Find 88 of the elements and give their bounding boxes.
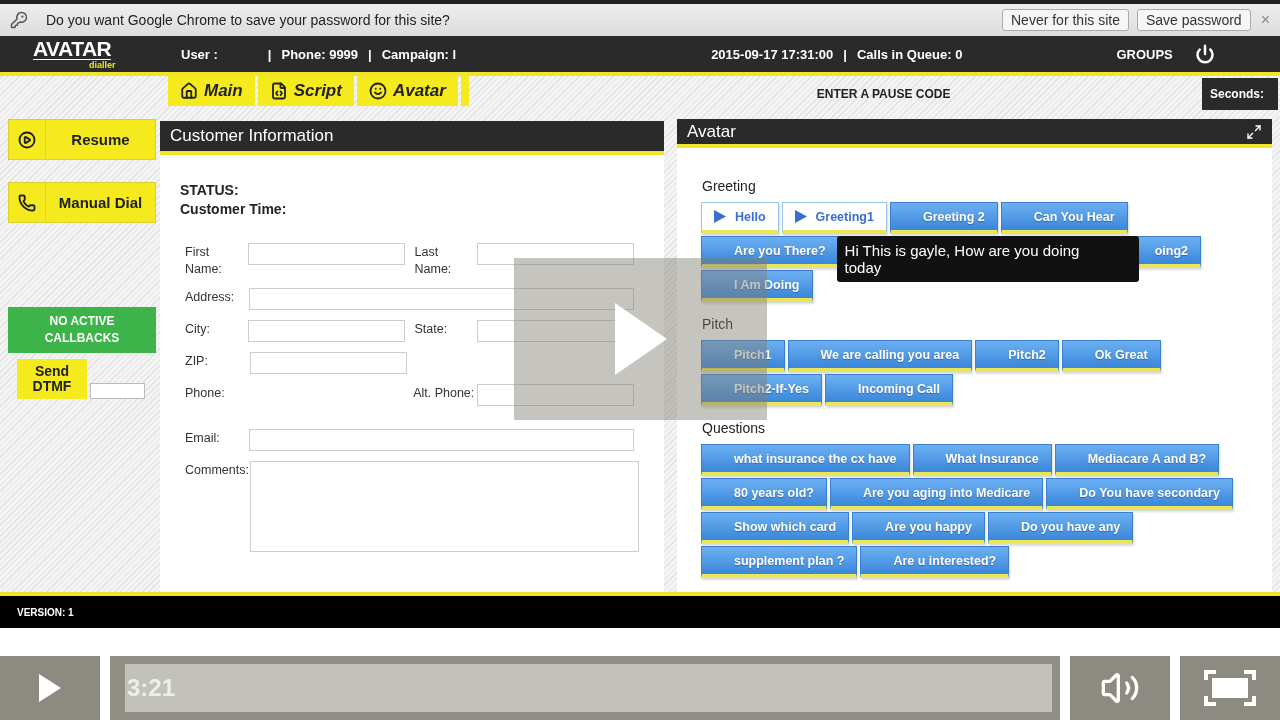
audio-clip-button[interactable]: Hello <box>701 202 779 234</box>
audio-clip-button[interactable]: Are you happy <box>852 512 985 544</box>
pause-code-label: ENTER A PAUSE CODE <box>816 87 951 101</box>
audio-clip-button[interactable]: What Insurance <box>912 444 1052 476</box>
audio-clip-button[interactable]: Ok Great <box>1061 340 1161 372</box>
header-text: Campaign: l <box>381 46 457 62</box>
fullscreen-icon <box>1204 670 1256 706</box>
infobar-message: Do you want Google Chrome to save your password for this site? <box>46 12 451 28</box>
nav-tab[interactable]: Script <box>257 76 354 106</box>
input-field[interactable] <box>477 243 634 265</box>
audio-clip-button[interactable]: Pitch2-If-Yes <box>701 374 823 406</box>
version-label: VERSION: 1 <box>17 606 74 618</box>
header-text: | <box>843 46 847 62</box>
volume-button[interactable] <box>1070 656 1170 720</box>
audio-clip-button[interactable]: Pitch2 <box>975 340 1059 372</box>
audio-clip-button[interactable]: Pitch1 <box>701 340 785 372</box>
action-button[interactable]: Manual Dial <box>8 182 156 223</box>
audio-clip-button[interactable]: Are you aging into Medicare <box>829 478 1044 510</box>
input-field[interactable] <box>247 320 405 342</box>
input-field[interactable] <box>250 352 407 374</box>
field-label: Last Name: <box>414 244 453 278</box>
field-label: Address: <box>185 289 236 306</box>
play-button[interactable] <box>0 656 100 720</box>
action-icon <box>18 193 36 212</box>
audio-clip-button[interactable]: 80 years old? <box>701 478 827 510</box>
send-dtmf-button[interactable]: Send DTMF <box>17 359 87 399</box>
audio-clip-button[interactable]: Can You Hear <box>1000 202 1128 234</box>
expand-icon[interactable] <box>1246 123 1262 140</box>
play-icon <box>39 674 61 702</box>
section-title: Questions <box>702 420 767 436</box>
action-button[interactable]: Resume <box>8 119 156 160</box>
header-text: | <box>368 46 372 62</box>
groups-link[interactable]: GROUPS <box>1116 46 1173 62</box>
tab-icon <box>269 82 288 100</box>
input-field[interactable] <box>247 243 405 265</box>
audio-clip-button[interactable]: supplement plan ? <box>701 546 858 578</box>
field-label: ZIP: <box>185 353 209 370</box>
logo-tagline: dialler <box>89 59 116 70</box>
panel-title: Customer Information <box>170 126 334 146</box>
field-label: State: <box>414 321 449 338</box>
audio-clip-button[interactable]: Greeting 2 <box>889 202 998 234</box>
tab-icon <box>368 82 387 100</box>
audio-clip-button[interactable]: Do you have any <box>987 512 1134 544</box>
section-title: Pitch <box>702 316 735 332</box>
field-label: Email: <box>185 430 221 447</box>
header-text: Phone: 9999 <box>281 46 359 62</box>
status-label: STATUS: <box>180 181 240 200</box>
section-title: Greeting <box>702 178 757 194</box>
header-text: Calls in Queue: 0 <box>856 46 963 62</box>
audio-clip-button[interactable]: Are you There? <box>701 236 839 268</box>
comments-field[interactable] <box>250 461 639 552</box>
audio-clip-button[interactable]: We are calling you area <box>787 340 973 372</box>
audio-clip-button[interactable]: I Am Doing <box>701 270 813 302</box>
infobar-button[interactable]: Save password <box>1136 9 1251 31</box>
audio-clip-button[interactable]: what insurance the cx have <box>701 444 910 476</box>
panel-title: Avatar <box>687 121 736 142</box>
audio-clip-button[interactable]: Incoming Call <box>825 374 953 406</box>
field-label: Alt. Phone: <box>413 385 476 402</box>
logo: AVATAR <box>33 38 112 60</box>
header-text: 2015-09-17 17:31:00 <box>711 46 834 62</box>
nav-tab[interactable]: Avatar <box>356 76 458 106</box>
customer-time-label: Customer Time: <box>180 200 288 219</box>
field-label: Phone: <box>185 385 226 402</box>
field-label: City: <box>185 321 211 338</box>
fullscreen-button[interactable] <box>1180 656 1280 720</box>
play-icon <box>714 210 726 223</box>
header-text: User : <box>181 46 218 62</box>
tab-icon <box>180 82 198 100</box>
close-button[interactable]: × <box>1260 11 1270 29</box>
action-icon <box>18 130 36 149</box>
nav-tab[interactable]: Main <box>168 76 255 106</box>
tooltip: Hi This is gayle, How are you doing today <box>836 236 1139 282</box>
key-icon <box>10 11 28 29</box>
audio-clip-button[interactable]: Mediacare A and B? <box>1054 444 1220 476</box>
field-label: First Name: <box>185 244 223 278</box>
field-label: Comments: <box>185 462 250 479</box>
audio-clip-button[interactable]: Show which card <box>701 512 850 544</box>
infobar-button[interactable]: Never for this site <box>1002 9 1129 31</box>
play-icon <box>794 210 807 223</box>
dtmf-input[interactable] <box>90 383 145 399</box>
audio-clip-button[interactable]: Are u interested? <box>860 546 1010 578</box>
seconds-label: Seconds: <box>1202 78 1278 110</box>
input-field[interactable] <box>477 384 634 406</box>
input-field[interactable] <box>249 429 634 451</box>
callbacks-status: NO ACTIVE CALLBACKS <box>8 307 156 353</box>
power-icon[interactable] <box>1194 44 1215 64</box>
header-text: | <box>267 46 272 62</box>
audio-clip-button[interactable]: Do You have secondary <box>1046 478 1233 510</box>
